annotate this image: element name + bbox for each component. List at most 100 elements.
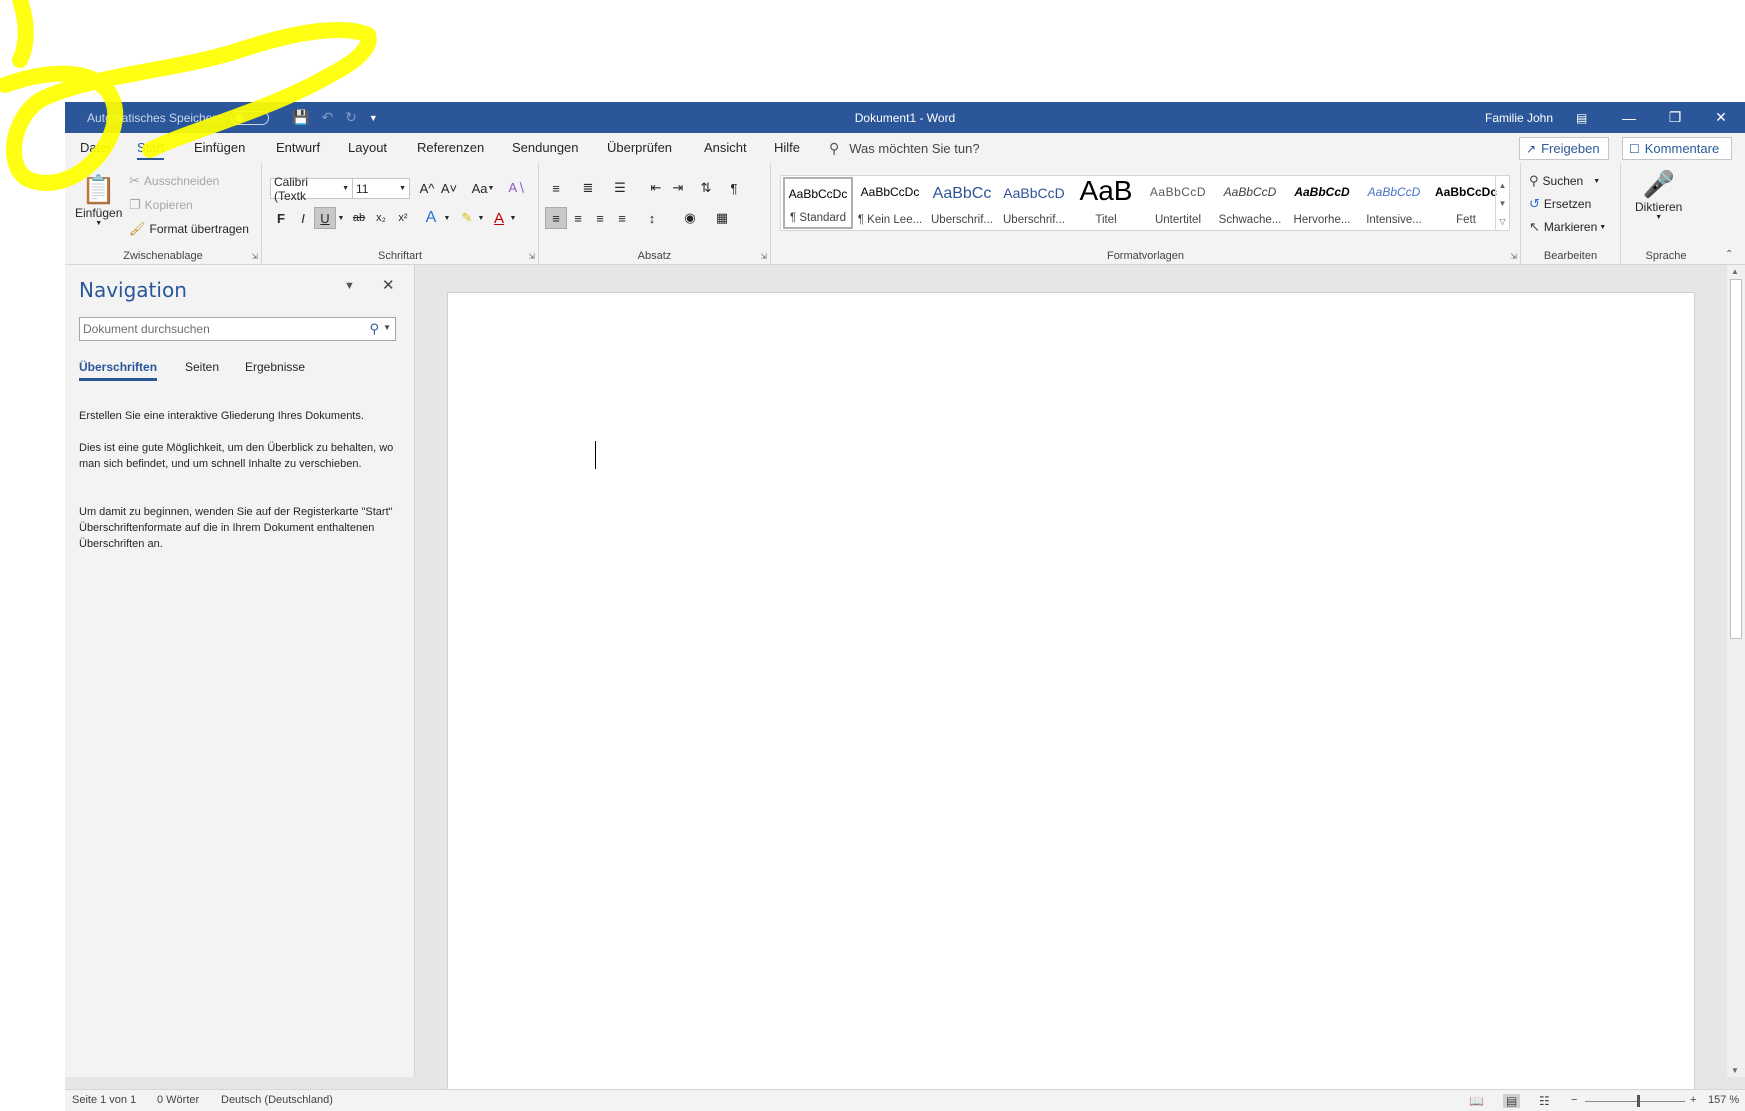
nav-search-input[interactable]: Dokument durchsuchen ⚲ ▼ — [79, 317, 396, 341]
tab-einfuegen[interactable]: Einfügen — [194, 140, 245, 155]
web-layout-icon[interactable]: ☷ — [1539, 1094, 1550, 1108]
dictate-button[interactable]: 🎤 Diktieren ▼ — [1635, 169, 1682, 221]
increase-indent-icon[interactable]: ⇥ — [667, 177, 689, 199]
tab-ueberpruefen[interactable]: Überprüfen — [607, 140, 672, 155]
share-button[interactable]: ↗ Freigeben — [1519, 137, 1609, 160]
sort-icon[interactable]: ⇅ — [695, 177, 717, 199]
borders-icon[interactable]: ▦ — [711, 207, 733, 229]
style-item[interactable]: AaBbCc Überschrif... — [927, 177, 997, 229]
minimize-button[interactable]: — — [1606, 102, 1652, 133]
font-name-box[interactable]: Calibri (Textk ▼ — [270, 175, 353, 203]
chevron-down-icon[interactable]: ▼ — [344, 280, 355, 292]
search-icon[interactable]: ⚲ — [369, 321, 379, 337]
chevron-up-icon[interactable]: ▲ — [1499, 181, 1507, 190]
select-button[interactable]: ↖ Markieren ▼ — [1529, 219, 1606, 235]
multilevel-list-icon[interactable]: ☰ — [609, 177, 631, 199]
font-size-box[interactable]: 11 ▼ — [352, 178, 410, 199]
close-icon[interactable]: ✕ — [382, 276, 395, 294]
chevron-down-icon[interactable]: ▼ — [1499, 199, 1507, 208]
tab-sendungen[interactable]: Sendungen — [512, 140, 579, 155]
document-page[interactable] — [447, 292, 1695, 1092]
user-name[interactable]: Familie John — [1485, 102, 1553, 133]
superscript-button[interactable]: x² — [392, 207, 414, 229]
print-layout-icon[interactable]: ▤ — [1503, 1094, 1521, 1108]
scroll-up-icon[interactable]: ▲ — [1731, 267, 1739, 276]
read-mode-icon[interactable]: 📖 — [1469, 1094, 1484, 1108]
tab-start[interactable]: Start — [137, 140, 165, 160]
zoom-slider-thumb[interactable] — [1637, 1095, 1640, 1107]
page-count[interactable]: Seite 1 von 1 — [72, 1094, 136, 1106]
undo-icon[interactable]: ↶ — [321, 109, 333, 126]
align-center-icon[interactable]: ≡ — [567, 207, 589, 229]
ribbon-display-options-icon[interactable]: ▤ — [1576, 102, 1587, 133]
chevron-down-icon[interactable]: ▼ — [442, 207, 452, 229]
zoom-in-icon[interactable]: + — [1690, 1094, 1696, 1106]
replace-button[interactable]: ↺ Ersetzen — [1529, 196, 1591, 212]
save-icon[interactable]: 💾 — [292, 109, 309, 126]
nav-tab-headings[interactable]: Überschriften — [79, 360, 158, 381]
font-color-icon[interactable]: A — [488, 207, 510, 229]
style-item[interactable]: AaBbCcD Schwache... — [1215, 177, 1285, 229]
close-button[interactable]: ✕ — [1698, 102, 1744, 133]
cut-button[interactable]: ✂ Ausschneiden — [129, 173, 219, 189]
gallery-scroll[interactable]: ▲ ▼ ▽ — [1495, 176, 1509, 230]
scroll-thumb[interactable] — [1730, 279, 1742, 639]
dialog-launcher-icon[interactable]: ⇲ — [1510, 252, 1517, 261]
scroll-down-icon[interactable]: ▼ — [1731, 1066, 1739, 1075]
zoom-out-icon[interactable]: − — [1571, 1094, 1577, 1106]
tab-hilfe[interactable]: Hilfe — [774, 140, 800, 155]
tab-ansicht[interactable]: Ansicht — [704, 140, 747, 155]
chevron-down-icon[interactable]: ▼ — [508, 207, 518, 229]
customize-qat-icon[interactable]: ▼ — [369, 113, 378, 123]
text-effects-icon[interactable]: A — [420, 207, 442, 229]
tab-referenzen[interactable]: Referenzen — [417, 140, 484, 155]
style-item[interactable]: AaBbCcD Überschrif... — [999, 177, 1069, 229]
style-item[interactable]: AaBbCcDc ¶ Standard — [783, 177, 853, 229]
tab-datei[interactable]: Datei — [80, 140, 110, 155]
vertical-scrollbar[interactable]: ▲ ▼ — [1727, 265, 1745, 1077]
style-item[interactable]: AaB Titel — [1071, 175, 1141, 229]
numbering-icon[interactable]: ≣ — [577, 177, 599, 199]
italic-button[interactable]: I — [292, 207, 314, 229]
style-item[interactable]: AaBbCcD Untertitel — [1143, 177, 1213, 229]
zoom-slider[interactable] — [1585, 1101, 1685, 1102]
underline-dropdown-icon[interactable]: ▼ — [336, 207, 346, 229]
style-item[interactable]: AaBbCcDc Fett — [1431, 177, 1501, 229]
autosave-toggle[interactable] — [231, 110, 270, 125]
chevron-down-icon[interactable]: ▼ — [383, 323, 391, 332]
dialog-launcher-icon[interactable]: ⇲ — [760, 252, 767, 261]
dialog-launcher-icon[interactable]: ⇲ — [528, 252, 535, 261]
tell-me-box[interactable]: ⚲ Was möchten Sie tun? — [829, 140, 980, 157]
line-spacing-icon[interactable]: ↕ — [641, 207, 663, 229]
nav-tab-pages[interactable]: Seiten — [185, 360, 219, 374]
change-case-button[interactable]: Aa ▼ — [468, 177, 498, 199]
autosave[interactable]: Automatisches Speichern — [87, 102, 270, 133]
style-item[interactable]: AaBbCcD Intensive... — [1359, 177, 1429, 229]
align-left-icon[interactable]: ≡ — [545, 207, 567, 229]
shrink-font-button[interactable]: A˅ — [438, 177, 460, 199]
pilcrow-icon[interactable]: ¶ — [723, 177, 745, 199]
zoom-level[interactable]: 157 % — [1708, 1094, 1739, 1106]
bullets-icon[interactable]: ≡ — [545, 177, 567, 199]
subscript-button[interactable]: x₂ — [370, 207, 392, 229]
style-item[interactable]: AaBbCcDc ¶ Kein Lee... — [855, 177, 925, 229]
paste-button[interactable]: 📋 Einfügen ▼ — [75, 173, 122, 227]
language-indicator[interactable]: Deutsch (Deutschland) — [221, 1094, 333, 1106]
chevron-down-icon[interactable]: ▼ — [476, 207, 486, 229]
highlighter-icon[interactable]: ✎ — [456, 207, 478, 229]
shading-icon[interactable]: ◉ — [679, 207, 701, 229]
comments-button[interactable]: ☐ Kommentare — [1622, 137, 1732, 160]
justify-icon[interactable]: ≡ — [611, 207, 633, 229]
dialog-launcher-icon[interactable]: ⇲ — [251, 252, 258, 261]
more-icon[interactable]: ▽ — [1499, 217, 1505, 226]
nav-tab-results[interactable]: Ergebnisse — [245, 360, 305, 374]
word-count[interactable]: 0 Wörter — [157, 1094, 199, 1106]
restore-button[interactable]: ❐ — [1652, 102, 1698, 133]
clear-formatting-icon[interactable]: A∖ — [506, 177, 528, 199]
align-right-icon[interactable]: ≡ — [589, 207, 611, 229]
decrease-indent-icon[interactable]: ⇤ — [645, 177, 667, 199]
redo-icon[interactable]: ↻ — [345, 109, 357, 126]
tab-layout[interactable]: Layout — [348, 140, 387, 155]
strikethrough-button[interactable]: ab — [348, 207, 370, 229]
style-item[interactable]: AaBbCcD Hervorhe... — [1287, 177, 1357, 229]
